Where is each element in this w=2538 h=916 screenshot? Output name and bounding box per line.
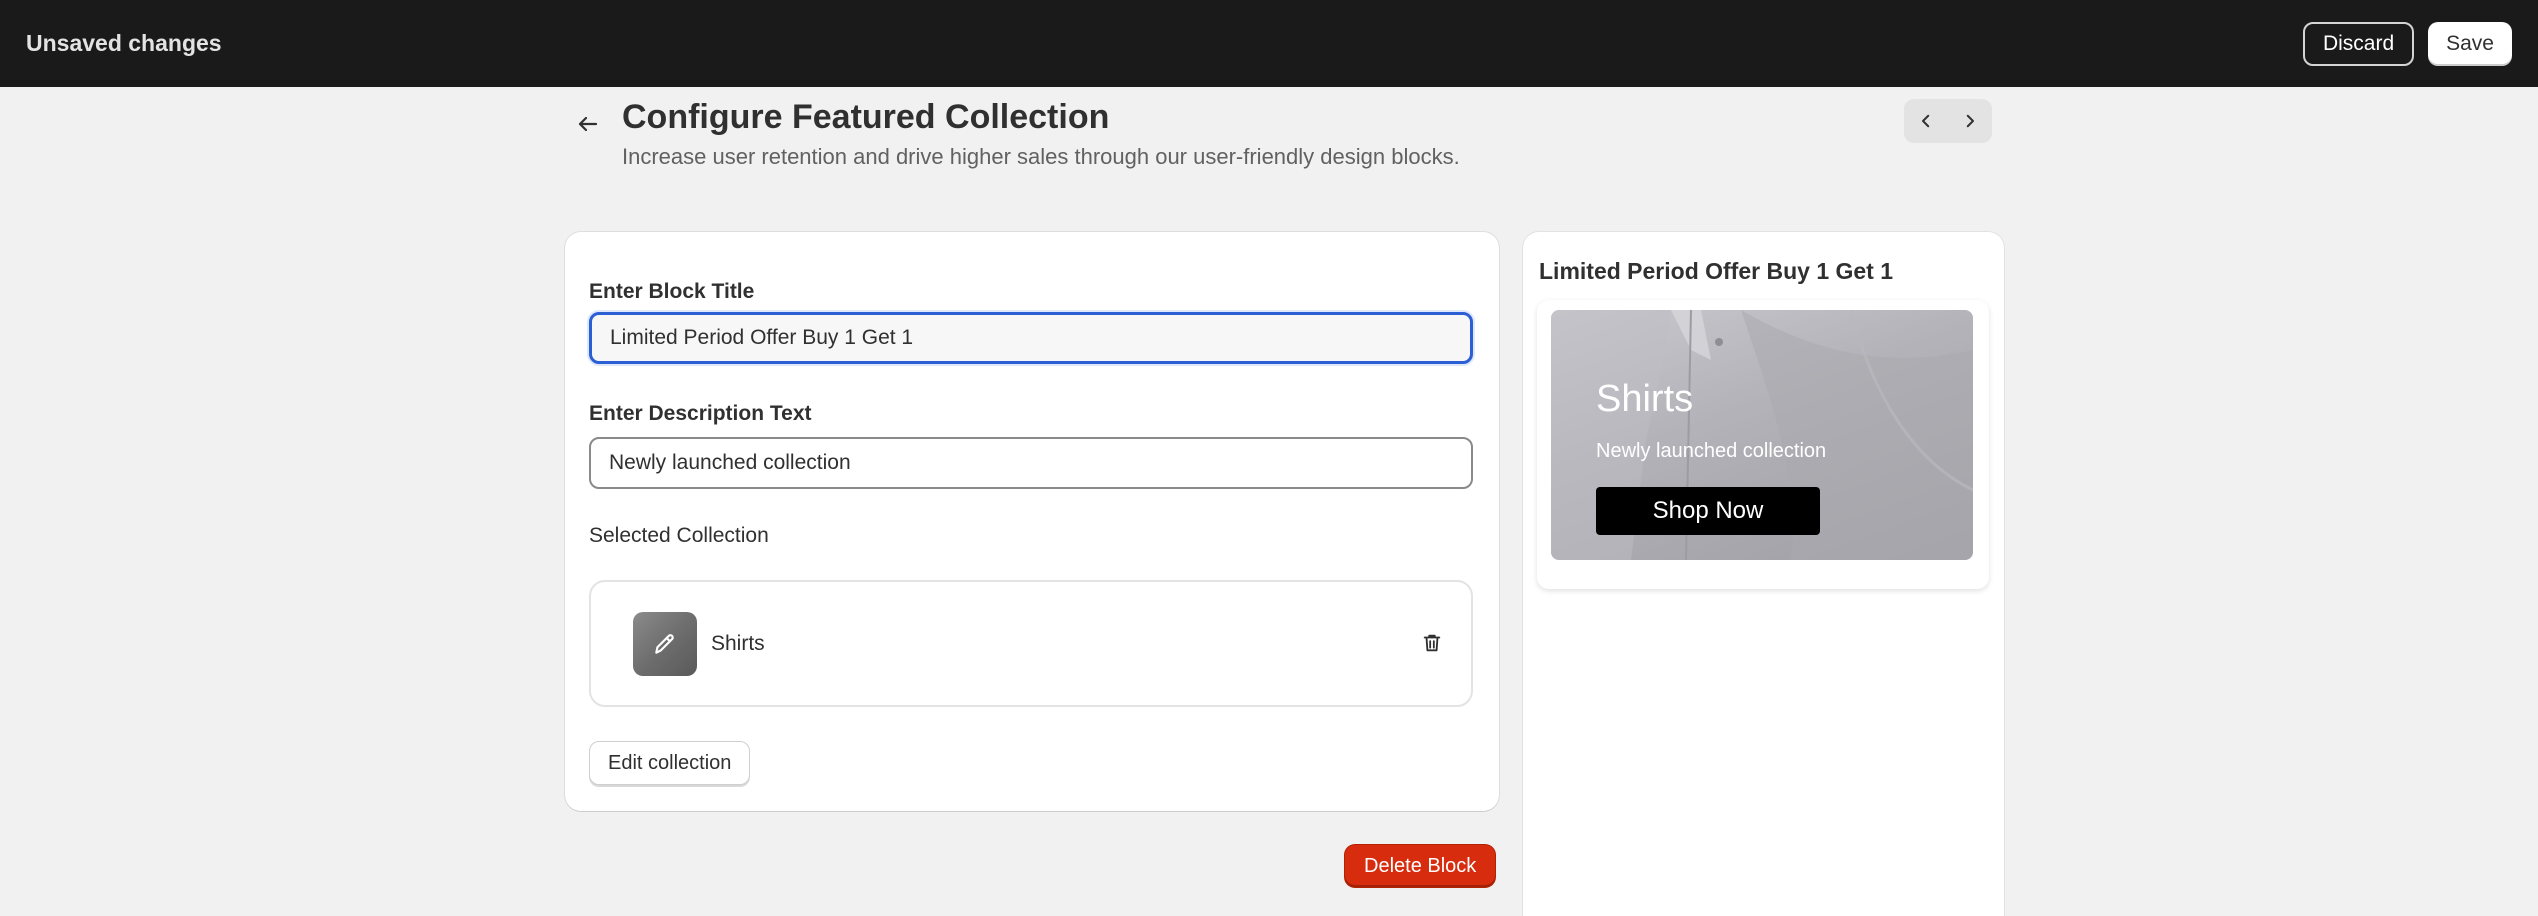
collection-name: Shirts xyxy=(711,632,765,655)
pencil-icon xyxy=(655,634,674,654)
contextual-save-bar: Unsaved changes Discard Save xyxy=(0,0,2538,87)
page-subtitle: Increase user retention and drive higher… xyxy=(622,144,1460,169)
unsaved-changes-title: Unsaved changes xyxy=(26,30,222,56)
description-label: Enter Description Text xyxy=(589,402,812,425)
shop-now-button[interactable]: Shop Now xyxy=(1596,487,1820,535)
block-title-label: Enter Block Title xyxy=(589,280,755,303)
chevron-right-icon xyxy=(1966,114,1974,128)
delete-collection-button[interactable] xyxy=(1417,628,1447,658)
selected-collection-label: Selected Collection xyxy=(589,524,769,547)
delete-block-button[interactable]: Delete Block xyxy=(1345,845,1496,887)
preview-frame: Shirts Newly launched collection Shop No… xyxy=(1537,300,1989,589)
collection-thumbnail[interactable] xyxy=(633,612,697,676)
edit-collection-button[interactable]: Edit collection xyxy=(589,741,751,785)
selected-collection-item: Shirts xyxy=(589,580,1473,707)
chevron-left-icon xyxy=(1922,114,1930,128)
previous-button[interactable] xyxy=(1906,101,1946,141)
description-input[interactable] xyxy=(589,437,1473,489)
arrow-left-icon xyxy=(578,116,598,132)
preview-card: Limited Period Offer Buy 1 Get 1 Shirts … xyxy=(1523,232,2004,916)
collection-banner: Shirts Newly launched collection Shop No… xyxy=(1551,310,1973,560)
preview-title: Limited Period Offer Buy 1 Get 1 xyxy=(1539,258,1894,284)
block-settings-card: Enter Block Title Enter Description Text… xyxy=(565,232,1499,811)
pagination xyxy=(1904,99,1992,143)
trash-icon xyxy=(1423,634,1441,652)
page-title: Configure Featured Collection xyxy=(622,98,1110,136)
next-button[interactable] xyxy=(1950,101,1990,141)
back-button[interactable] xyxy=(568,106,608,142)
save-bar-actions: Discard Save xyxy=(2302,21,2512,66)
save-button[interactable]: Save xyxy=(2428,21,2512,66)
discard-button[interactable]: Discard xyxy=(2302,21,2415,66)
banner-heading: Shirts xyxy=(1596,378,1694,420)
banner-description: Newly launched collection xyxy=(1596,440,1827,462)
block-title-input[interactable] xyxy=(589,312,1473,364)
